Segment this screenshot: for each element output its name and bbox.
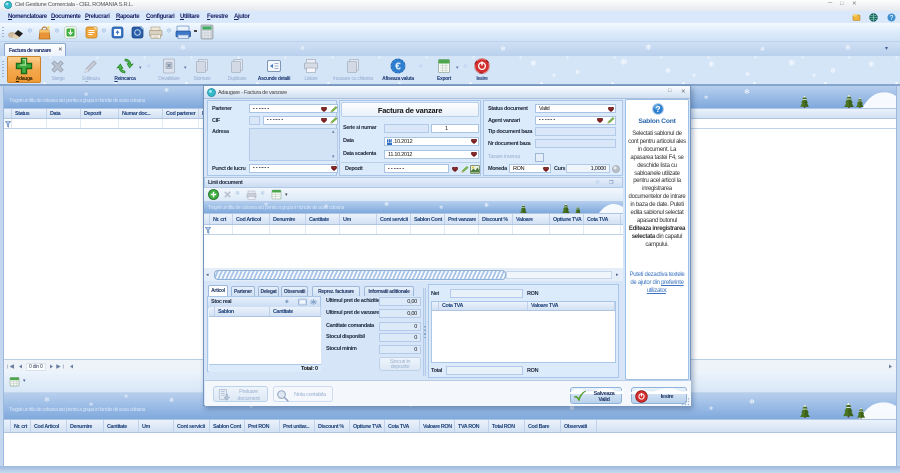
svg-text:€: € xyxy=(395,61,401,73)
svg-text:?: ? xyxy=(890,15,894,22)
svg-text:?: ? xyxy=(655,104,660,114)
